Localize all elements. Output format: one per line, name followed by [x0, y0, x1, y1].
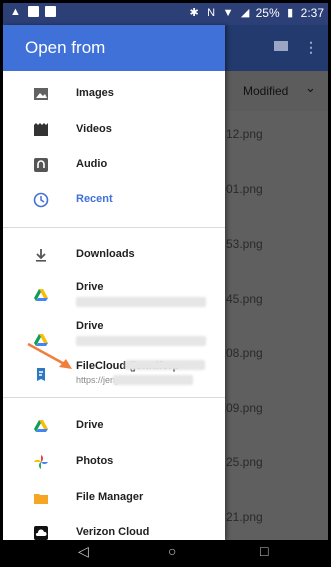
- sort-label[interactable]: Modified: [243, 84, 288, 98]
- nfc-icon: N: [207, 6, 216, 19]
- back-icon[interactable]: ◁: [78, 543, 89, 560]
- annotation-arrow-icon: [27, 342, 72, 369]
- warning-icon: ▲: [10, 6, 21, 18]
- redacted-account: [76, 297, 206, 307]
- drawer-item-label: Verizon Cloud: [76, 526, 150, 538]
- navigation-bar: ◁ ○ □: [3, 540, 328, 564]
- clock-icon: [33, 192, 49, 208]
- recents-icon[interactable]: □: [260, 543, 268, 559]
- drawer-item-label: Videos: [76, 123, 112, 135]
- drawer-item-drive[interactable]: Drive: [3, 409, 225, 443]
- photos-icon: [34, 455, 48, 469]
- drawer-item-verizon-cloud[interactable]: Verizon Cloud: [3, 516, 225, 540]
- wifi-icon: ▼: [222, 6, 234, 19]
- drawer-item-label: Recent: [76, 193, 113, 205]
- file-name[interactable]: 01.png: [226, 182, 263, 196]
- audio-icon: [34, 158, 48, 172]
- redacted-account: [125, 360, 205, 370]
- image-notification-icon: [28, 6, 39, 17]
- drawer-item-audio[interactable]: Audio: [3, 148, 225, 182]
- drawer-title: Open from: [3, 25, 225, 71]
- drawer-item-drive[interactable]: Drive: [3, 273, 225, 317]
- open-from-drawer: Open from Images Videos Audio Recent Dow…: [3, 25, 225, 540]
- file-name[interactable]: 12.png: [226, 127, 263, 141]
- cloud-icon: [34, 526, 48, 540]
- chevron-down-icon[interactable]: ⌄: [305, 80, 316, 96]
- signal-icon: ◢: [240, 6, 250, 19]
- download-icon: [36, 249, 46, 262]
- drawer-item-label: Drive: [76, 419, 104, 431]
- battery-icon: ▮: [287, 6, 294, 19]
- battery-percent: 25%: [255, 6, 280, 20]
- drawer-item-videos[interactable]: Videos: [3, 113, 225, 147]
- drawer-item-file-manager[interactable]: File Manager: [3, 481, 225, 515]
- clock-time: 2:37: [300, 6, 324, 20]
- redacted-url: [113, 375, 193, 385]
- drawer-item-label: Drive: [76, 281, 104, 293]
- home-icon[interactable]: ○: [168, 543, 176, 559]
- file-name[interactable]: 09.png: [226, 401, 263, 415]
- file-name[interactable]: 25.png: [226, 455, 263, 469]
- bluetooth-icon: ✱: [189, 6, 199, 19]
- drawer-item-label: Images: [76, 87, 114, 99]
- drawer-item-label: Audio: [76, 158, 108, 170]
- file-name[interactable]: 21.png: [226, 510, 263, 524]
- video-icon: [34, 123, 48, 136]
- image-icon: [34, 88, 48, 100]
- drawer-item-images[interactable]: Images: [3, 77, 225, 111]
- drive-icon: [34, 289, 48, 301]
- screen: ▲ ✱ N ▼ ◢ 25% ▮ 2:37 ⋮ Modified ⌄ 12.png…: [3, 3, 328, 564]
- folder-icon: [34, 494, 48, 504]
- file-name[interactable]: 08.png: [226, 346, 263, 360]
- drawer-item-label: Downloads: [76, 248, 135, 260]
- drawer-item-label: Drive: [76, 320, 104, 332]
- drawer-item-label: Photos: [76, 455, 114, 467]
- drive-icon: [34, 420, 48, 432]
- file-name[interactable]: 53.png: [226, 237, 263, 251]
- more-options-icon[interactable]: ⋮: [304, 39, 318, 56]
- drawer-item-downloads[interactable]: Downloads: [3, 238, 225, 272]
- drawer-item-recent[interactable]: Recent: [3, 183, 225, 217]
- drawer-item-photos[interactable]: Photos: [3, 445, 225, 479]
- file-name[interactable]: 45.png: [226, 292, 263, 306]
- image-notification-icon: [45, 6, 56, 17]
- grid-view-icon[interactable]: [274, 41, 288, 51]
- drawer-item-label: File Manager: [76, 491, 144, 503]
- status-bar: ▲ ✱ N ▼ ◢ 25% ▮ 2:37: [3, 3, 328, 25]
- divider: [3, 227, 225, 228]
- divider: [3, 397, 225, 398]
- redacted-account: [76, 336, 206, 346]
